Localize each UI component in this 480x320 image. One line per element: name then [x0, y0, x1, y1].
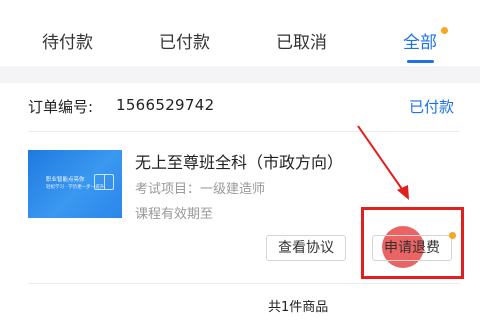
total-items: 共1件商品	[268, 300, 329, 315]
annotation-arrow-icon	[357, 125, 409, 200]
divider	[28, 283, 460, 284]
